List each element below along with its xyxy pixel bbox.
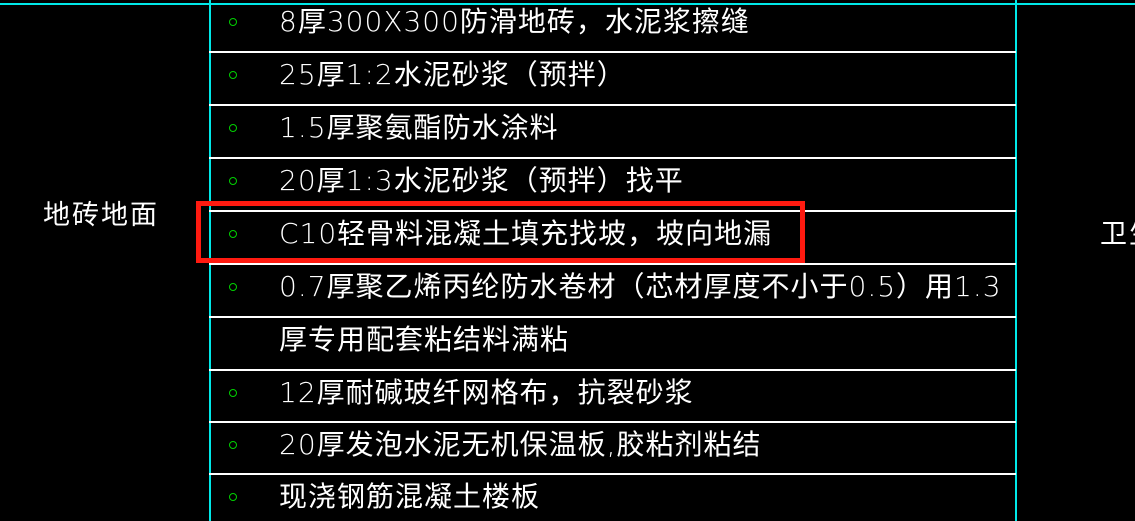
room-name-label: 卫生 xyxy=(1100,219,1135,250)
layer-text-8: 12厚耐碱玻纤网格布，抗裂砂浆 xyxy=(279,376,694,409)
layer-text-6: 0.7厚聚乙烯丙纶防水卷材（芯材厚度不小于0.5）用1.3 xyxy=(279,270,1002,303)
layer-text-1: 8厚300X300防滑地砖，水泥浆擦缝 xyxy=(279,5,750,38)
layer-marker-3 xyxy=(229,124,237,132)
row-separator xyxy=(209,473,1016,475)
layer-text-5: C10轻骨料混凝土填充找坡，坡向地漏 xyxy=(279,217,773,250)
layer-text-7: 厚专用配套粘结料满粘 xyxy=(279,323,570,356)
row-separator xyxy=(209,210,1016,212)
row-separator xyxy=(209,51,1016,53)
row-separator xyxy=(209,263,1016,265)
layer-marker-9 xyxy=(229,441,237,449)
layer-marker-6 xyxy=(229,283,237,291)
cad-drawing-canvas: 8厚300X300防滑地砖，水泥浆擦缝 25厚1:2水泥砂浆（预拌） 1.5厚聚… xyxy=(0,0,1135,521)
layer-text-10: 现浇钢筋混凝土楼板 xyxy=(279,480,541,513)
row-separator xyxy=(209,369,1016,371)
cyan-guide-line-right xyxy=(1015,0,1017,521)
layer-marker-2 xyxy=(229,71,237,79)
layer-text-3: 1.5厚聚氨酯防水涂料 xyxy=(279,111,559,144)
layer-marker-10 xyxy=(229,493,237,501)
row-separator xyxy=(209,421,1016,423)
layer-marker-4 xyxy=(229,177,237,185)
layer-marker-8 xyxy=(229,389,237,397)
layer-text-9: 20厚发泡水泥无机保温板,胶粘剂粘结 xyxy=(279,428,762,461)
cyan-guide-line-left xyxy=(209,0,211,521)
layer-text-4: 20厚1:3水泥砂浆（预拌）找平 xyxy=(279,164,684,197)
row-separator xyxy=(209,157,1016,159)
row-separator xyxy=(209,316,1016,318)
layer-text-2: 25厚1:2水泥砂浆（预拌） xyxy=(279,58,626,91)
assembly-name-label: 地砖地面 xyxy=(43,200,159,231)
layer-marker-1 xyxy=(229,18,237,26)
layer-marker-5 xyxy=(229,230,237,238)
row-separator xyxy=(209,104,1016,106)
